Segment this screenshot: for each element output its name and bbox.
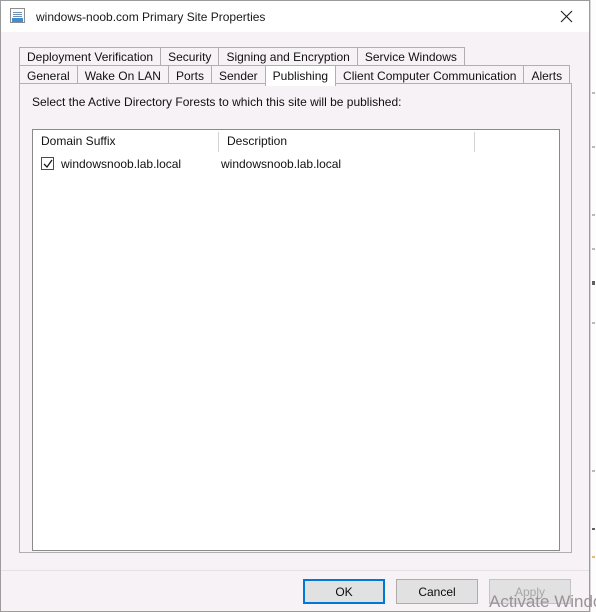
tab-signing-and-encryption[interactable]: Signing and Encryption bbox=[218, 47, 358, 66]
list-header: Domain Suffix Description bbox=[33, 130, 559, 153]
row-checkbox[interactable] bbox=[41, 157, 54, 170]
activation-watermark: Activate Windows bbox=[489, 592, 596, 611]
cell-domain-suffix: windowsnoob.lab.local bbox=[61, 157, 182, 171]
tab-deployment-verification[interactable]: Deployment Verification bbox=[19, 47, 162, 66]
window-title: windows-noob.com Primary Site Properties bbox=[36, 9, 266, 24]
column-header-description[interactable]: Description bbox=[219, 130, 474, 153]
forest-list-view[interactable]: Domain Suffix Description windowsnoob.la… bbox=[32, 129, 560, 551]
properties-sheet-icon bbox=[10, 8, 27, 25]
column-header-domain-suffix[interactable]: Domain Suffix bbox=[33, 130, 218, 153]
close-icon[interactable] bbox=[543, 1, 589, 31]
background-app-sliver bbox=[590, 0, 596, 612]
tab-service-windows[interactable]: Service Windows bbox=[356, 47, 465, 66]
tab-security[interactable]: Security bbox=[160, 47, 220, 66]
cancel-button[interactable]: Cancel bbox=[396, 579, 478, 604]
ok-button[interactable]: OK bbox=[303, 579, 385, 604]
tab-publishing[interactable]: Publishing bbox=[264, 65, 337, 86]
title-bar: windows-noob.com Primary Site Properties bbox=[1, 1, 589, 32]
column-header-extra[interactable] bbox=[475, 130, 559, 153]
properties-dialog: windows-noob.com Primary Site Properties… bbox=[0, 0, 590, 612]
tab-row-1: Deployment Verification Security Signing… bbox=[19, 46, 572, 66]
tab-strip: Deployment Verification Security Signing… bbox=[19, 46, 572, 86]
footer-separator bbox=[1, 570, 589, 571]
cell-description: windowsnoob.lab.local bbox=[221, 157, 342, 171]
table-row[interactable]: windowsnoob.lab.local windowsnoob.lab.lo… bbox=[33, 153, 559, 175]
instruction-label: Select the Active Directory Forests to w… bbox=[32, 95, 402, 109]
